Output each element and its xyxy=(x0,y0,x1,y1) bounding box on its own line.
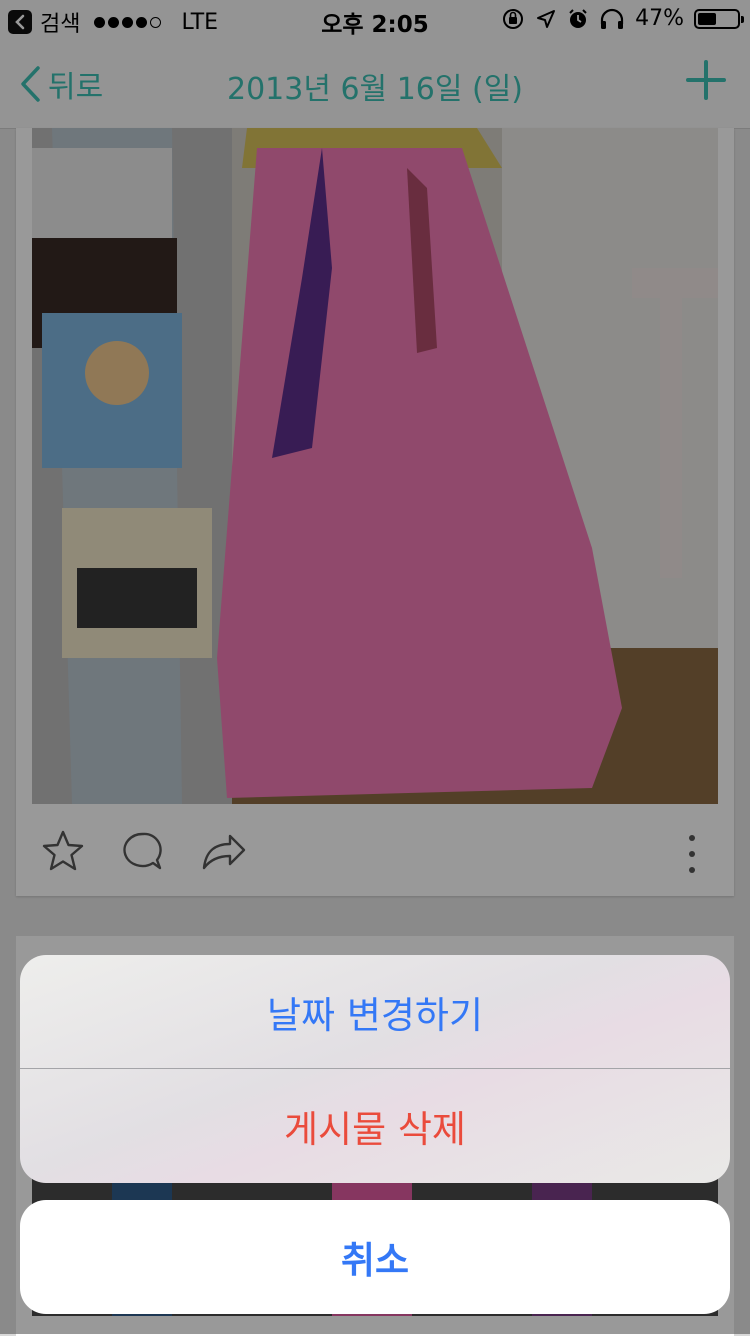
action-sheet: 날짜 변경하기 게시물 삭제 xyxy=(20,955,730,1183)
cancel-button[interactable]: 취소 xyxy=(20,1200,730,1314)
change-date-label: 날짜 변경하기 xyxy=(266,994,483,1037)
delete-post-button[interactable]: 게시물 삭제 xyxy=(20,1069,730,1183)
cancel-label: 취소 xyxy=(340,1239,410,1282)
change-date-button[interactable]: 날짜 변경하기 xyxy=(20,955,730,1069)
delete-post-label: 게시물 삭제 xyxy=(284,1108,466,1151)
